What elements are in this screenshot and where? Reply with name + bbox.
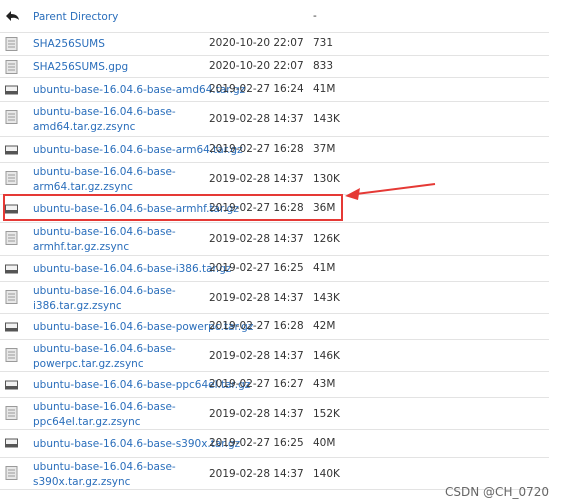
watermark: CSDN @CH_0720 (445, 485, 549, 499)
annotation-arrow-icon (345, 183, 436, 200)
